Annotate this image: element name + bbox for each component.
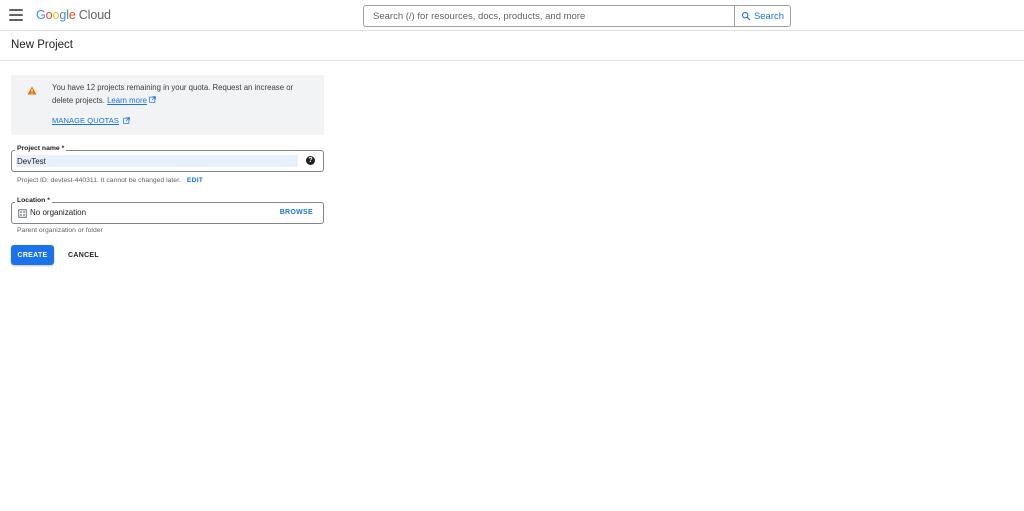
top-bar: Google Cloud Search — [0, 0, 1024, 31]
quota-banner: You have 12 projects remaining in your q… — [11, 75, 324, 135]
location-value: No organization — [30, 208, 87, 217]
search-input[interactable] — [364, 6, 734, 27]
logo-letter: e — [68, 8, 76, 22]
banner-text: You have 12 projects remaining in your q… — [52, 83, 294, 105]
search-button-label: Search — [753, 10, 785, 22]
hamburger-menu-icon[interactable] — [9, 9, 23, 21]
location-field[interactable]: Location * No organization BROWSE — [11, 197, 324, 224]
warning-icon — [27, 86, 37, 95]
cancel-button[interactable]: CANCEL — [62, 245, 105, 265]
project-id-text: Project ID: devtest-440311. It cannot be… — [17, 177, 181, 184]
google-cloud-logo[interactable]: Google Cloud — [36, 8, 111, 22]
browse-button[interactable]: BROWSE — [280, 209, 313, 216]
logo-product-name: Cloud — [78, 8, 111, 22]
search-box — [363, 5, 734, 27]
page-title: New Project — [11, 39, 73, 51]
project-name-label: Project name * — [15, 145, 67, 152]
learn-more-link[interactable]: Learn more — [107, 96, 147, 105]
help-icon[interactable]: ? — [306, 156, 315, 165]
external-link-icon — [149, 96, 156, 103]
edit-project-id-button[interactable]: EDIT — [187, 177, 203, 184]
logo-letter: G — [36, 8, 46, 22]
location-label: Location * — [15, 197, 52, 204]
project-name-field[interactable]: Project name * ? — [11, 145, 324, 172]
project-name-input[interactable] — [16, 155, 298, 167]
search-button[interactable]: Search — [734, 5, 791, 27]
manage-quotas-link[interactable]: MANAGE QUOTAS — [52, 116, 130, 125]
project-id-hint: Project ID: devtest-440311. It cannot be… — [17, 177, 203, 184]
organization-icon — [18, 209, 27, 218]
manage-quotas-label: MANAGE QUOTAS — [52, 116, 120, 125]
external-link-icon — [123, 117, 130, 124]
divider — [0, 60, 1024, 61]
create-button[interactable]: CREATE — [11, 245, 54, 265]
banner-message: You have 12 projects remaining in your q… — [52, 82, 312, 107]
search-icon — [741, 11, 751, 21]
location-hint: Parent organization or folder — [17, 227, 103, 234]
